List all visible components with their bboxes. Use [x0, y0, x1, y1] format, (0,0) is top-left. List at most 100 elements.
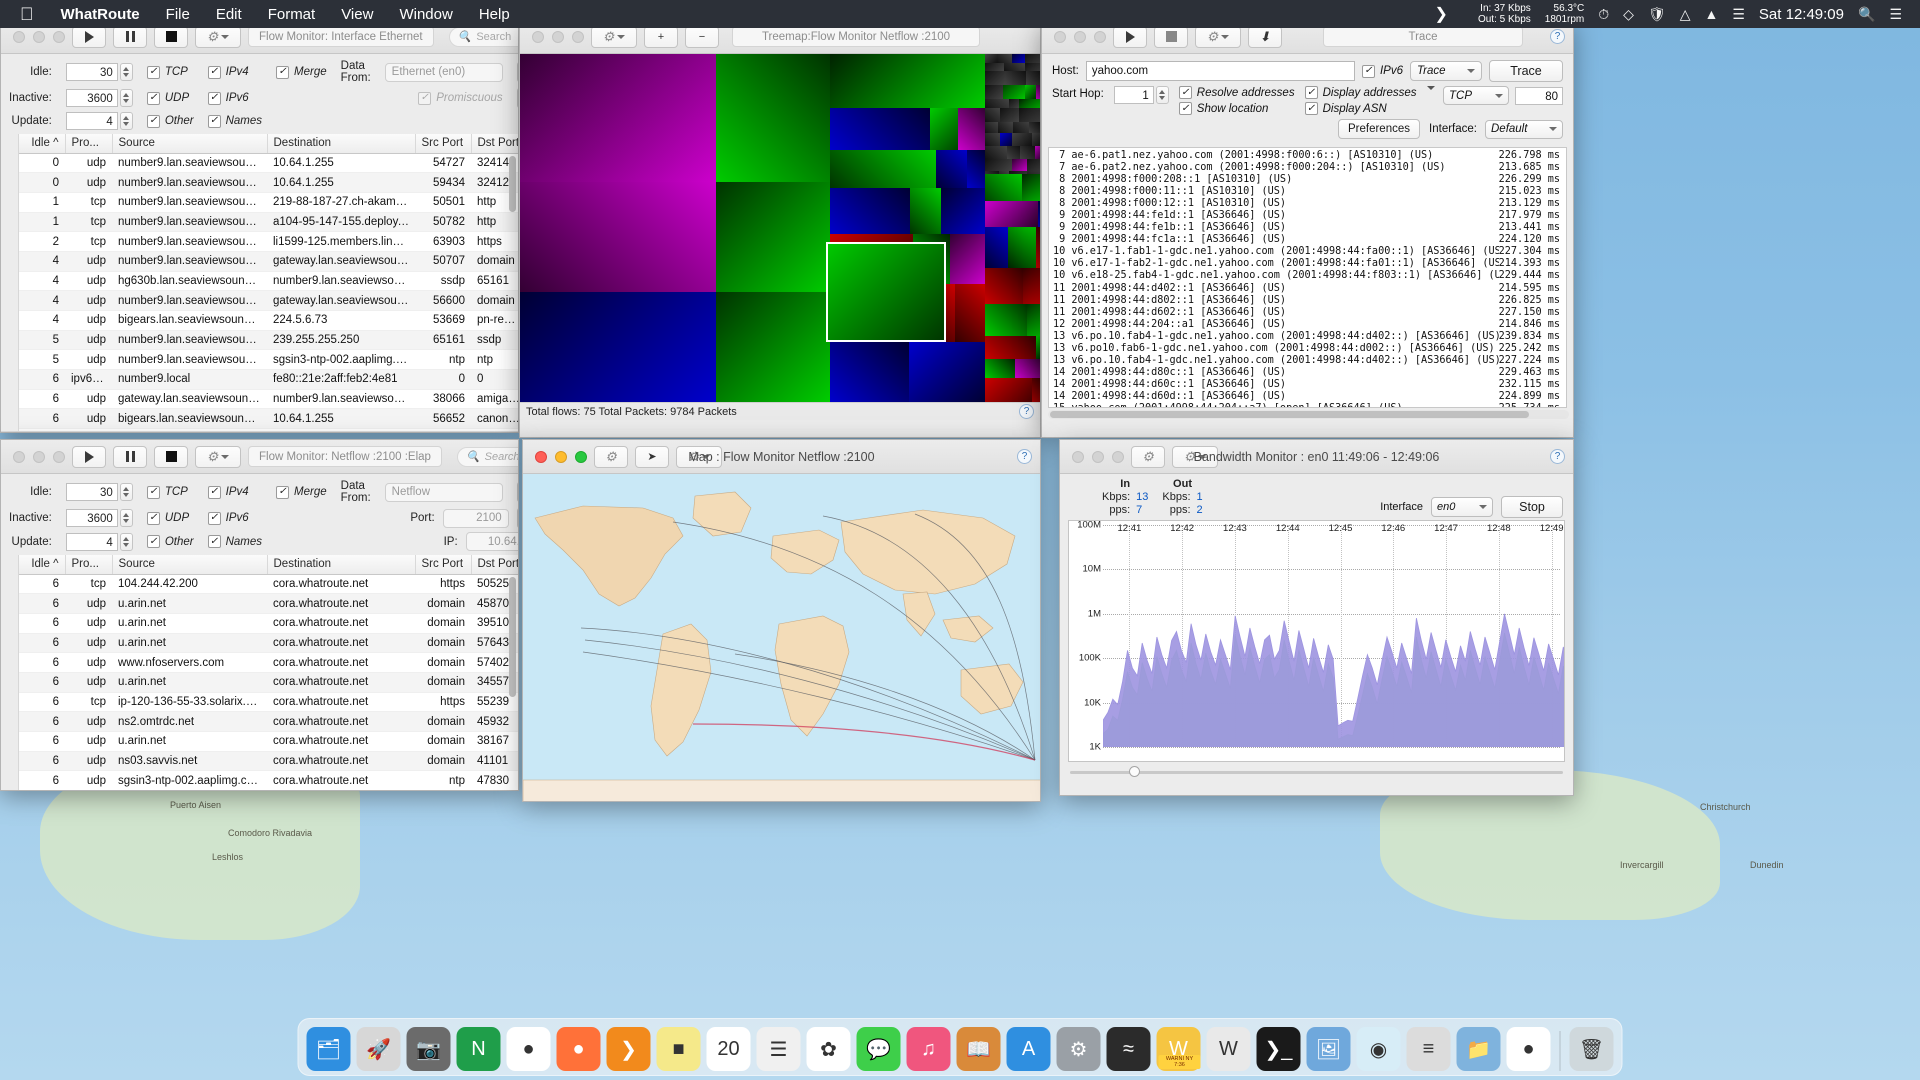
port-input[interactable]: 80	[1515, 86, 1563, 105]
checkbox-udp[interactable]: ✓ UDP	[146, 511, 194, 525]
bandwidth-chart[interactable]: 100M 10M 1M 100K 10K 1K 12:41 12:42 12:43 12:44 1…	[1068, 520, 1565, 762]
treemap-block[interactable]	[909, 342, 985, 402]
dock-item-terminal-orange[interactable]: ❯	[606, 1027, 651, 1071]
minimize-button[interactable]	[555, 450, 567, 463]
titlebar-map[interactable]: ⚙ ➤ ⚙ Map : Flow Monitor Netflow :2100 ?	[523, 440, 1040, 474]
column-header-srcport[interactable]: Src Port	[415, 134, 472, 154]
flow-netflow-table[interactable]: Idle ^ Pro... Source Destination Src Por…	[19, 555, 518, 790]
slider-knob[interactable]	[1129, 766, 1141, 777]
stop-button[interactable]: Stop	[1501, 496, 1563, 518]
treemap-block[interactable]	[985, 159, 1012, 171]
search-icon[interactable]: 🔍	[1858, 6, 1875, 23]
menu-item-format[interactable]: Format	[255, 6, 329, 23]
maximize-button[interactable]	[53, 450, 65, 463]
checkbox-tcp[interactable]: ✓ TCP	[146, 65, 194, 79]
checkbox-ipv6[interactable]: ✓ IPv6	[1361, 64, 1403, 78]
dock-item-preview[interactable]: 🖼	[1306, 1027, 1351, 1071]
table-row[interactable]: 6 udp ns2.omtrdc.net cora.whatroute.net doma…	[19, 711, 518, 732]
minimize-button[interactable]	[552, 30, 564, 43]
treemap-block[interactable]	[985, 54, 997, 63]
update-stepper[interactable]: 4	[65, 112, 133, 130]
stop-button[interactable]	[1154, 25, 1188, 48]
treemap-block[interactable]	[941, 188, 985, 234]
inactive-stepper[interactable]: 3600	[65, 509, 133, 527]
bandwidth-time-slider[interactable]	[1070, 766, 1563, 778]
minimize-button[interactable]	[33, 30, 45, 43]
titlebar-flow-netflow[interactable]: ⚙ Flow Monitor: Netflow :2100 :Elap 🔍 Se…	[1, 440, 518, 474]
ip-input[interactable]: 10.64.1.254	[465, 532, 518, 551]
table-row[interactable]: 6 udp www.nfoservers.com cora.whatroute.net…	[19, 652, 518, 673]
column-header-dstport[interactable]: Dst Port	[471, 134, 518, 154]
treemap-block[interactable]	[1019, 108, 1040, 122]
checkbox-merge[interactable]: ✓ Merge	[276, 65, 327, 79]
play-button[interactable]	[1113, 25, 1147, 48]
gear-menu-button[interactable]: ⚙	[591, 25, 637, 48]
gear-button[interactable]: ⚙	[1131, 445, 1165, 468]
maximize-button[interactable]	[572, 30, 584, 43]
vertical-scrollbar[interactable]	[509, 156, 516, 427]
table-row[interactable]: 6 udp bigears.lan.seaviewsound.co.nz 10.64.…	[19, 408, 518, 430]
window-treemap[interactable]: ⚙ + − Treemap:Flow Monitor Netflow :2100…	[519, 19, 1041, 438]
dock-item-app-store[interactable]: A	[1006, 1027, 1051, 1071]
treemap-block[interactable]	[1036, 227, 1040, 268]
preferences-button[interactable]: Preferences	[1338, 119, 1420, 139]
column-header-srcport[interactable]: Src Port	[415, 555, 472, 575]
dock-item-whatroute-alt[interactable]: W	[1206, 1027, 1251, 1071]
minimize-button[interactable]	[33, 450, 45, 463]
column-header-idle[interactable]: Idle ^	[19, 555, 66, 575]
menu-item-file[interactable]: File	[153, 6, 203, 23]
table-row[interactable]: 6 udp sgsin3-ntp-002.aaplimg.com cora.whatr…	[19, 770, 518, 790]
dock-item-trash[interactable]: 🗑	[1569, 1027, 1614, 1071]
treemap-block[interactable]	[985, 359, 1015, 378]
treemap-block[interactable]	[1012, 159, 1027, 171]
treemap-block[interactable]	[1005, 71, 1026, 85]
eject-icon[interactable]: ☰	[1732, 6, 1745, 23]
dock-item-notes-app[interactable]: N	[456, 1027, 501, 1071]
treemap-block[interactable]	[1003, 85, 1025, 99]
table-header-row[interactable]: Idle ^ Pro... Source Destination Src Por…	[19, 134, 518, 154]
host-input[interactable]: yahoo.com	[1085, 61, 1355, 81]
dock-item-contacts[interactable]: 📖	[956, 1027, 1001, 1071]
checkbox-names[interactable]: ✓ Names	[207, 535, 262, 548]
treemap-block[interactable]	[985, 336, 1036, 359]
treemap-block[interactable]	[985, 304, 1027, 336]
table-row[interactable]: 2tcpnumber9.lan.seaviewsound.co....li159…	[19, 231, 518, 252]
dropbox-icon[interactable]: ◇	[1623, 6, 1634, 23]
treemap-block[interactable]	[520, 54, 716, 182]
gear-menu-button[interactable]: ⚙	[676, 445, 722, 468]
window-flow-monitor-interface[interactable]: ⚙ Flow Monitor: Interface Ethernet 🔍 Sea…	[0, 19, 519, 433]
checkbox-display-addresses[interactable]: ✓ Display addresses	[1304, 86, 1417, 99]
idle-stepper-buttons[interactable]	[119, 63, 133, 81]
treemap-block[interactable]	[716, 182, 830, 292]
treemap-block[interactable]	[1025, 85, 1036, 99]
table-row[interactable]: 1tcpnumber9.lan.seaviewsound.co....219-8…	[19, 192, 518, 213]
table-row[interactable]: 4udpnumber9.lan.seaviewsound.co....gatew…	[19, 290, 518, 311]
treemap-block[interactable]	[985, 146, 1007, 159]
treemap-block[interactable]	[1000, 108, 1019, 122]
treemap-block[interactable]	[1012, 54, 1025, 63]
checkbox-show-location[interactable]: ✓ Show location	[1178, 102, 1295, 115]
treemap-block[interactable]	[1009, 99, 1019, 108]
window-controls-treemap[interactable]	[528, 30, 584, 43]
checkbox-other[interactable]: ✓ Other	[146, 535, 194, 548]
treemap-block[interactable]	[1004, 63, 1025, 71]
treemap-block[interactable]	[1000, 133, 1012, 146]
treemap-block[interactable]	[1035, 146, 1040, 159]
trace-mode-select[interactable]: Trace	[1410, 61, 1482, 81]
idle-stepper[interactable]: 30	[65, 63, 133, 81]
pause-button[interactable]	[113, 445, 147, 468]
treemap-block[interactable]	[967, 150, 985, 188]
treemap-block[interactable]	[520, 182, 716, 292]
table-row[interactable]: 6 tcp ip-120-136-55-33.solarix.net.nz cora.…	[19, 692, 518, 713]
update-stepper-buttons[interactable]	[119, 532, 133, 551]
treemap-selected-block[interactable]	[826, 242, 946, 342]
treemap-block[interactable]	[950, 234, 985, 284]
table-row[interactable]: 0udpnumber9.lan.seaviewsound.co....10.64…	[19, 153, 518, 174]
treemap-block[interactable]	[1036, 336, 1040, 359]
treemap-block[interactable]	[830, 108, 930, 150]
treemap-block[interactable]	[998, 122, 1013, 133]
dock-item-safari[interactable]: ◉	[1356, 1027, 1401, 1071]
titlebar-bandwidth[interactable]: ⚙ ⚙ Bandwidth Monitor : en0 11:49:06 - 1…	[1060, 440, 1573, 474]
treemap-block[interactable]	[1029, 122, 1040, 133]
treemap-block[interactable]	[830, 188, 910, 234]
